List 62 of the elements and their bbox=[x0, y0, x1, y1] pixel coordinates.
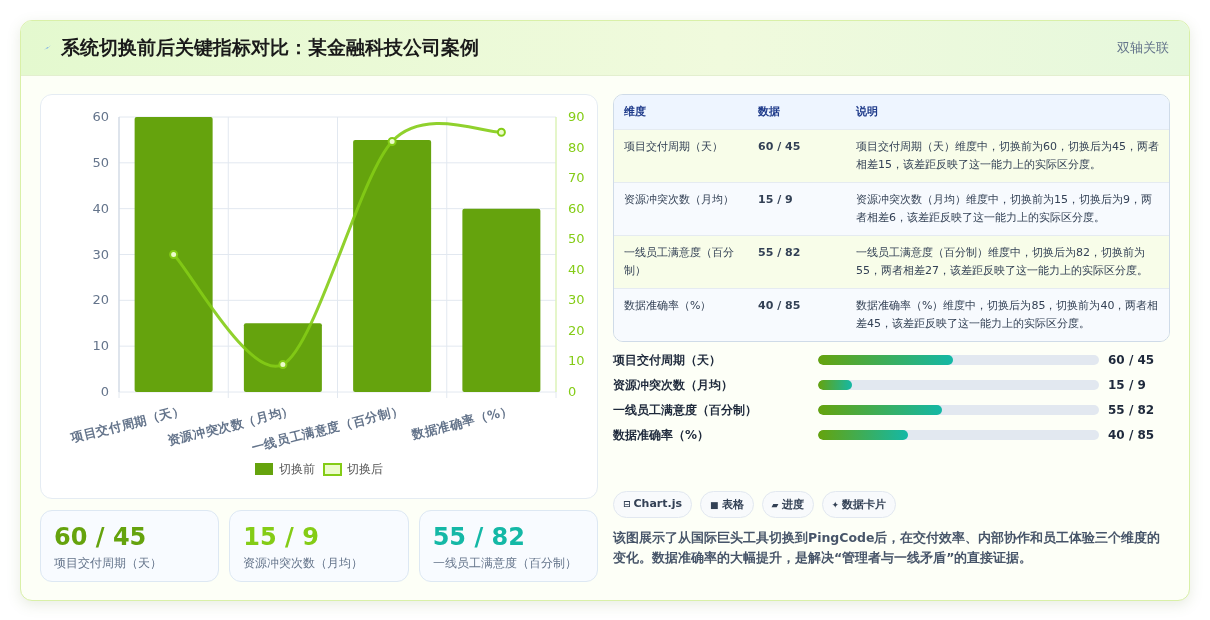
progress-label: 资源冲突次数（月均） bbox=[613, 376, 734, 394]
table-cell-text: 60 / 45 bbox=[758, 139, 802, 155]
progress-value: 60 / 45 bbox=[1108, 353, 1155, 367]
table-cell-text: 40 / 85 bbox=[758, 298, 802, 314]
table-cell-text: 资源冲突次数（月均）维度中，切换前为15，切换后为9，两者相差6，该差距反映了这一能力上的实际区分度。 bbox=[856, 192, 1153, 226]
stat-value: 55 / 82 bbox=[432, 523, 526, 551]
legend-label: 切换后 bbox=[347, 462, 383, 476]
y-axis-label: 80 bbox=[568, 139, 585, 155]
legend-swatch bbox=[323, 463, 342, 476]
line-point bbox=[278, 360, 288, 369]
progress-label: 数据准确率（%） bbox=[613, 426, 711, 444]
tag-chip: ✦ 数据卡片 bbox=[821, 491, 897, 518]
line-point bbox=[496, 127, 506, 137]
y-axis-label: 70 bbox=[568, 170, 585, 186]
x-axis-label: 数据准确率（%） bbox=[410, 402, 515, 442]
description-text: 该图展示了从国际巨头工具切换到PingCode后，在交付效率、内部协作和员工体验三个维度的变化。数据准确率的大幅提升，是解决“管理者与一线矛盾”的直接证据。 bbox=[613, 529, 1162, 567]
column-header: 数据 bbox=[758, 104, 781, 120]
table-cell-text: 资源冲突次数（月均） bbox=[624, 192, 735, 208]
progress-value: 40 / 85 bbox=[1108, 428, 1155, 442]
y-axis-label: 40 bbox=[568, 261, 585, 277]
y-axis-label: 50 bbox=[92, 154, 109, 170]
line-point bbox=[387, 136, 397, 146]
line-point bbox=[169, 250, 179, 259]
legend-label: 切换前 bbox=[279, 462, 315, 476]
y-axis-label: 20 bbox=[92, 292, 109, 308]
y-axis-label: 20 bbox=[568, 322, 585, 338]
y-axis-label: 0 bbox=[568, 384, 577, 399]
table-cell-text: 15 / 9 bbox=[758, 192, 794, 208]
y-axis-label: 30 bbox=[92, 246, 109, 262]
table-cell-text: 55 / 82 bbox=[758, 245, 802, 261]
column-header: 维度 bbox=[624, 104, 647, 120]
stat-value: 15 / 9 bbox=[243, 523, 320, 551]
y-axis-label: 10 bbox=[92, 338, 109, 354]
y-axis-label: 30 bbox=[568, 292, 585, 308]
stat-label: 项目交付周期（天） bbox=[54, 555, 163, 572]
table-cell-text: 项目交付周期（天） bbox=[624, 139, 724, 155]
y-axis-label: 60 bbox=[92, 109, 109, 124]
table-cell-text: 数据准确率（%）维度中，切换后为85，切换前为40，两者相差45，该差距反映了这一能力上的实际区分度。 bbox=[856, 298, 1159, 332]
table-cell-text: 项目交付周期（天）维度中，切换前为60，切换后为45，两者相差15，该差距反映了这一能力上的实际区分度。 bbox=[856, 139, 1159, 173]
table-cell-text: 数据准确率（%） bbox=[624, 298, 713, 314]
y-axis-label: 10 bbox=[568, 353, 585, 369]
progress-value: 55 / 82 bbox=[1108, 403, 1155, 417]
stat-label: 一线员工满意度（百分制） bbox=[432, 555, 578, 572]
legend-swatch bbox=[255, 463, 273, 475]
page-title: 系统切换前后关键指标对比：某金融科技公司案例 bbox=[61, 35, 479, 60]
y-axis-label: 90 bbox=[568, 109, 585, 124]
table-cell-text: 一线员工满意度（百分制）维度中，切换后为82，切换前为55，两者相差27，该差距反映了这一能力上的实际区分度。 bbox=[856, 245, 1149, 279]
progress-label: 一线员工满意度（百分制） bbox=[613, 401, 758, 419]
table-cell-text: 一线员工满意度（百分制） bbox=[624, 245, 735, 279]
y-axis-label: 60 bbox=[568, 200, 585, 216]
stat-value: 60 / 45 bbox=[54, 523, 148, 551]
header-tag: 双轴关联 bbox=[1117, 39, 1169, 57]
tag-chip: ▰ 进度 bbox=[761, 491, 814, 518]
y-axis-label: 50 bbox=[568, 231, 585, 247]
progress-label: 项目交付周期（天） bbox=[613, 351, 722, 369]
column-header: 说明 bbox=[856, 104, 879, 120]
tag-chip: ⊟ Chart.js bbox=[613, 491, 693, 518]
progress-value: 15 / 9 bbox=[1108, 378, 1146, 392]
y-axis-label: 0 bbox=[100, 384, 109, 399]
stat-label: 资源冲突次数（月均） bbox=[243, 555, 365, 572]
y-axis-label: 40 bbox=[92, 200, 109, 216]
tag-chip: ■ 表格 bbox=[700, 491, 754, 518]
